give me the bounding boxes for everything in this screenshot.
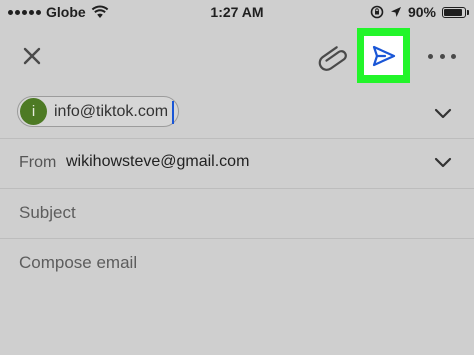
more-icon-dot (439, 53, 445, 59)
send-button[interactable] (364, 36, 403, 75)
attachment-icon (318, 46, 347, 71)
chevron-down-icon[interactable] (434, 108, 452, 120)
rotation-lock-icon (370, 5, 384, 19)
recipient-avatar: i (20, 98, 47, 125)
from-label: From (19, 154, 57, 171)
battery-percent: 90% (407, 4, 436, 20)
battery-level (444, 8, 462, 16)
text-cursor (172, 101, 174, 124)
close-button[interactable] (18, 42, 46, 70)
chevron-down-icon[interactable] (434, 157, 452, 169)
recipient-email: info@tiktok.com (54, 102, 169, 120)
battery-icon (442, 6, 469, 18)
location-arrow-icon (390, 7, 401, 17)
subject-field-row (0, 188, 474, 239)
compose-toolbar (0, 26, 474, 88)
recipient-chip[interactable]: i info@tiktok.com (17, 96, 180, 127)
from-email: wikihowsteve@gmail.com (66, 153, 250, 170)
subject-input[interactable] (19, 201, 449, 225)
send-icon (372, 45, 395, 66)
status-bar: Globe 1:27 AM 90% (0, 0, 474, 26)
send-button-highlight (357, 28, 410, 83)
status-right: 90% (370, 4, 469, 20)
attach-button[interactable] (316, 40, 350, 72)
compose-email-body[interactable] (19, 253, 455, 343)
more-icon-dot (451, 53, 456, 59)
to-field-row: i info@tiktok.com (0, 88, 474, 139)
more-options-button[interactable] (428, 44, 456, 68)
more-icon-dot (428, 53, 433, 59)
from-field-row[interactable]: From wikihowsteve@gmail.com (0, 138, 474, 189)
close-icon (23, 47, 41, 65)
